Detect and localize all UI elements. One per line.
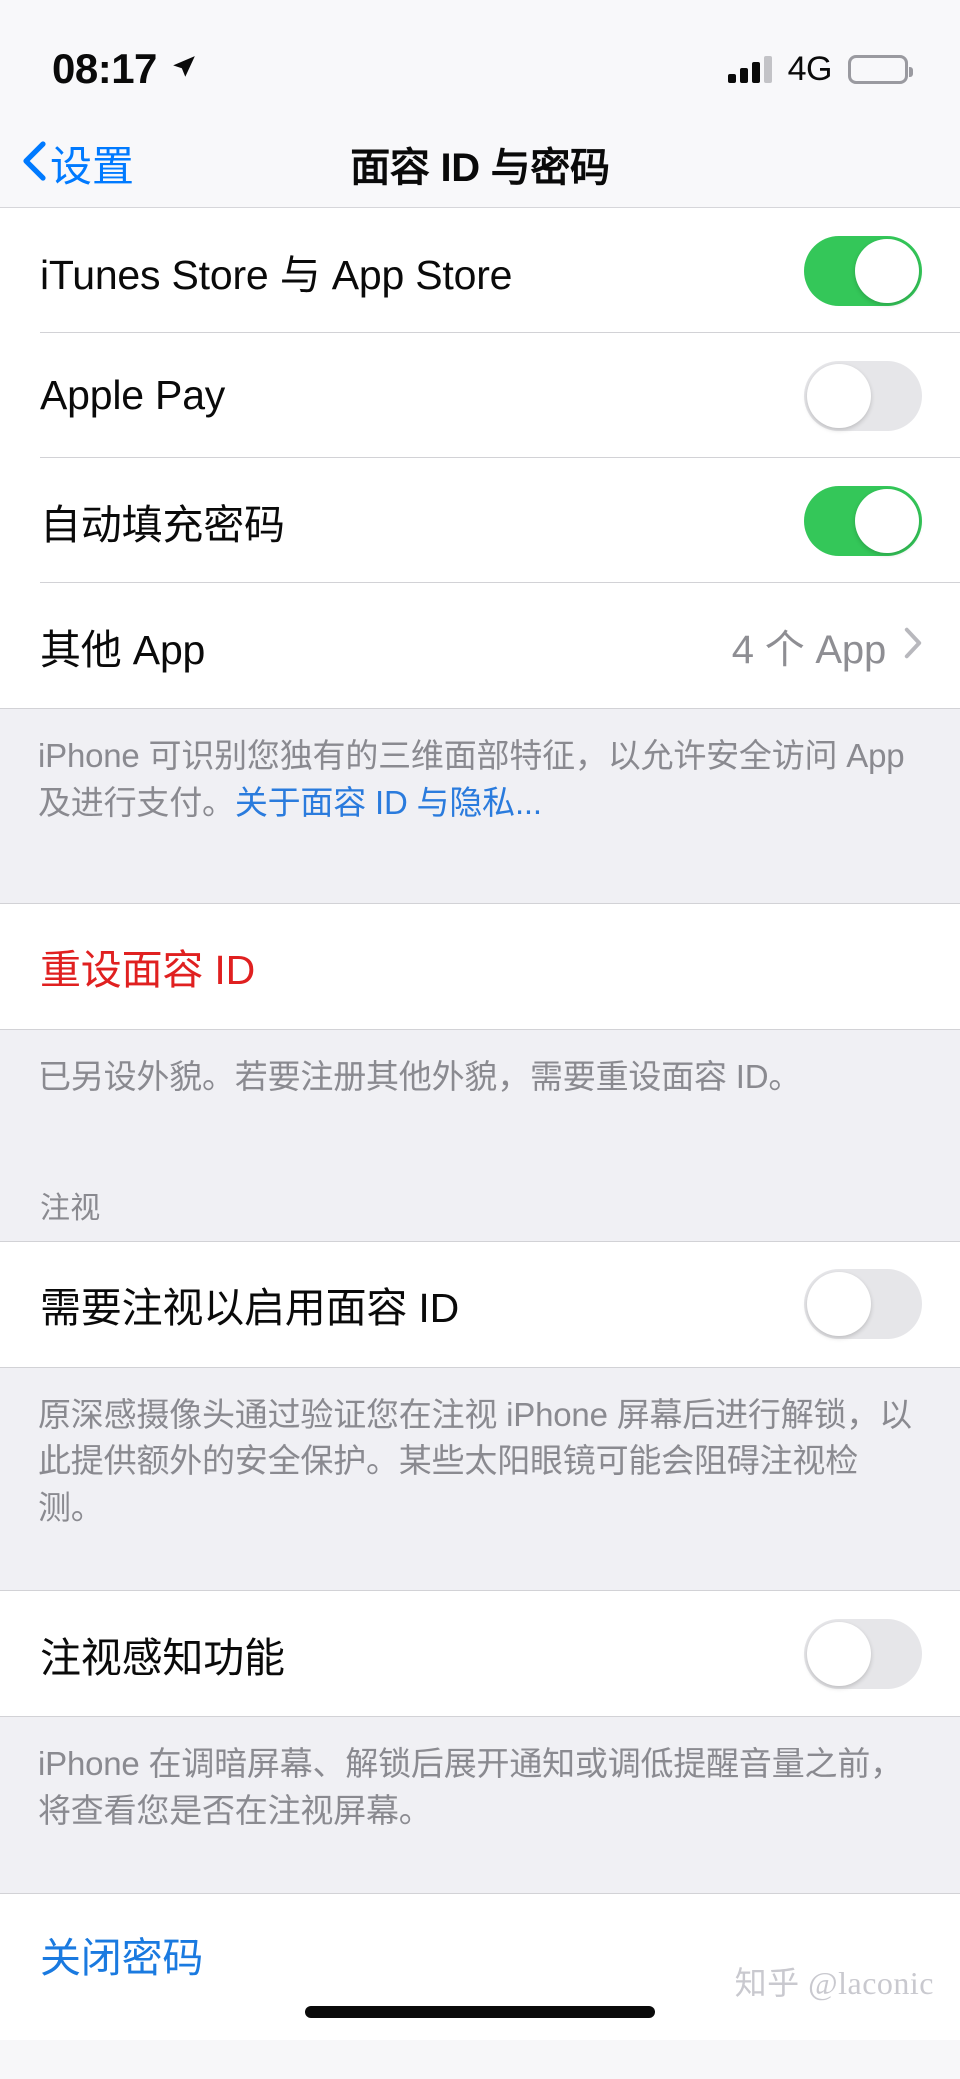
chevron-right-icon xyxy=(904,627,922,664)
row-label: 自动填充密码 xyxy=(40,501,285,548)
status-bar-left: 08:17 xyxy=(52,45,197,93)
turn-passcode-off-button[interactable]: 关闭密码 xyxy=(40,1935,203,1981)
section-attention-aware: 注视感知功能 xyxy=(0,1591,960,1717)
row-require-attention[interactable]: 需要注视以启用面容 ID xyxy=(0,1241,960,1367)
toggle-require-attention[interactable] xyxy=(804,1269,922,1340)
home-indicator[interactable] xyxy=(305,2005,655,2018)
section-gap xyxy=(0,1864,960,1893)
faceid-privacy-link[interactable]: 关于面容 ID 与隐私... xyxy=(235,784,542,821)
location-arrow-icon xyxy=(171,56,197,80)
row-value: 4 个 App xyxy=(731,627,886,672)
footer-reset-faceid: 已另设外貌。若要注册其他外貌，需要重设面容 ID。 xyxy=(0,1029,960,1131)
row-reset-faceid[interactable]: 重设面容 ID xyxy=(0,903,960,1029)
row-label: 注视感知功能 xyxy=(40,1634,285,1681)
back-button-label: 设置 xyxy=(50,143,135,190)
row-itunes-app-store[interactable]: iTunes Store 与 App Store xyxy=(0,208,960,333)
iphone-settings-screen: 08:17 4G 设置 面容 ID 与密码 iTunes Store 与 App… xyxy=(0,0,960,2079)
row-label: 需要注视以启用面容 ID xyxy=(40,1285,459,1332)
status-bar: 08:17 4G xyxy=(0,0,960,120)
row-attention-aware-features[interactable]: 注视感知功能 xyxy=(0,1591,960,1717)
row-label: 其他 App xyxy=(40,626,206,673)
row-label: Apple Pay xyxy=(40,372,226,418)
section-attention: 需要注视以启用面容 ID xyxy=(0,1241,960,1367)
section-turn-passcode-off: 关闭密码 知乎 @laconic xyxy=(0,1893,960,2040)
section-gap xyxy=(0,1562,960,1591)
footer-attention: 原深感摄像头通过验证您在注视 iPhone 屏幕后进行解锁，以此提供额外的安全保… xyxy=(0,1367,960,1563)
row-password-autofill[interactable]: 自动填充密码 xyxy=(0,458,960,583)
back-button[interactable]: 设置 xyxy=(0,133,134,194)
section-header-attention: 注视 xyxy=(0,1130,960,1241)
status-bar-right: 4G xyxy=(727,49,913,89)
section-faceid-usage: iTunes Store 与 App Store Apple Pay 自动填充密… xyxy=(0,208,960,708)
battery-full-icon xyxy=(848,54,913,84)
page-title: 面容 ID 与密码 xyxy=(350,145,610,190)
watermark: 知乎 @laconic xyxy=(734,1964,934,2001)
chevron-left-icon xyxy=(22,141,46,186)
footer-text: 已另设外貌。若要注册其他外貌，需要重设面容 ID。 xyxy=(38,1057,802,1095)
footer-text: 原深感摄像头通过验证您在注视 iPhone 屏幕后进行解锁，以此提供额外的安全保… xyxy=(38,1395,912,1527)
section-reset-faceid: 重设面容 ID xyxy=(0,903,960,1029)
network-type-label: 4G xyxy=(787,49,833,88)
cellular-signal-icon xyxy=(727,55,772,83)
footer-text: iPhone 在调暗屏幕、解锁后展开通知或调低提醒音量之前，将查看您是否在注视屏… xyxy=(38,1745,903,1830)
reset-faceid-label: 重设面容 ID xyxy=(40,947,255,994)
toggle-itunes-app-store[interactable] xyxy=(804,235,922,306)
section-gap xyxy=(0,856,960,903)
footer-faceid-usage: iPhone 可识别您独有的三维面部特征，以允许安全访问 App 及进行支付。关… xyxy=(0,709,960,857)
row-apple-pay[interactable]: Apple Pay xyxy=(0,333,960,458)
toggle-password-autofill[interactable] xyxy=(804,485,922,556)
footer-attention-aware: iPhone 在调暗屏幕、解锁后展开通知或调低提醒音量之前，将查看您是否在注视屏… xyxy=(0,1717,960,1865)
toggle-attention-aware-features[interactable] xyxy=(804,1618,922,1689)
row-label: iTunes Store 与 App Store xyxy=(40,251,513,298)
navigation-bar: 设置 面容 ID 与密码 xyxy=(0,120,960,208)
row-other-apps[interactable]: 其他 App 4 个 App xyxy=(0,583,960,708)
toggle-apple-pay[interactable] xyxy=(804,360,922,431)
status-bar-clock: 08:17 xyxy=(52,45,157,92)
row-accessory: 4 个 App xyxy=(732,617,922,675)
